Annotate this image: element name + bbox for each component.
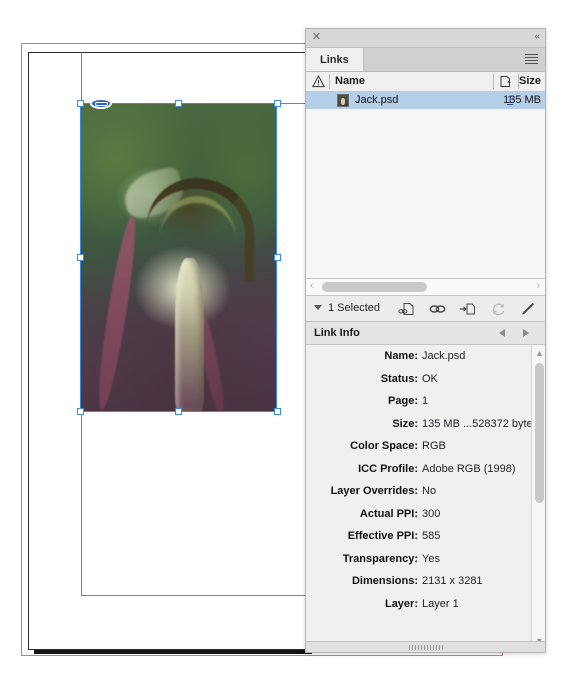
previous-link-icon[interactable] (499, 329, 505, 337)
info-value: 1 (422, 395, 429, 408)
scroll-left-icon[interactable]: ‹ (310, 281, 314, 292)
handle-top-left[interactable] (77, 100, 84, 107)
info-value: Jack.psd (422, 350, 466, 363)
link-info-title: Link Info (314, 327, 360, 339)
tab-links-label: Links (320, 53, 349, 66)
info-row: Dimensions: 2131 x 3281 (306, 570, 545, 593)
handle-middle-right[interactable] (274, 254, 281, 261)
tab-links[interactable]: Links (306, 48, 364, 71)
table-row[interactable]: Jack.psd 1 135 MB (306, 92, 545, 109)
panel-tab-strip[interactable]: Links (306, 48, 545, 72)
info-value: Layer 1 (422, 597, 459, 610)
info-value: 585 (422, 530, 441, 543)
links-column-header: Name Size (306, 72, 545, 92)
link-name[interactable]: Jack.psd (355, 94, 398, 106)
relink-icon[interactable] (398, 301, 415, 317)
column-header-name[interactable]: Name (335, 75, 365, 87)
column-header-size[interactable]: Size (519, 75, 541, 87)
edit-original-icon[interactable] (519, 301, 536, 317)
go-to-link-icon[interactable] (429, 301, 446, 317)
collapse-panel-icon[interactable]: « (534, 31, 539, 42)
handle-middle-left[interactable] (77, 254, 84, 261)
handle-bottom-left[interactable] (77, 408, 84, 415)
panel-footer (306, 641, 545, 652)
update-link-icon[interactable] (490, 301, 507, 317)
vscroll-thumb[interactable] (535, 363, 544, 503)
info-value: OK (422, 372, 438, 385)
info-row: Effective PPI: 585 (306, 525, 545, 548)
content-grabber-icon[interactable] (90, 98, 112, 109)
margin-guide-bottom (81, 595, 310, 596)
info-row: Name: Jack.psd (306, 345, 545, 368)
handle-top-right[interactable] (274, 100, 281, 107)
photo-hood-highlight (159, 196, 237, 289)
scroll-right-icon[interactable]: › (536, 281, 540, 292)
info-row: Status: OK (306, 368, 545, 391)
panel-title-bar[interactable]: ✕ « (306, 29, 545, 48)
links-panel[interactable]: ✕ « Links Name Size Jack.psd 1 135 MB ‹ … (305, 28, 546, 653)
info-value: 300 (422, 507, 441, 520)
resize-gripper[interactable] (408, 645, 443, 650)
info-row: ICC Profile: Adobe RGB (1998) (306, 458, 545, 481)
links-list[interactable]: Jack.psd 1 135 MB (306, 92, 545, 279)
info-label: Actual PPI: (359, 507, 418, 520)
info-row: Layer Overrides: No (306, 480, 545, 503)
info-label: Status: (380, 372, 418, 385)
next-link-icon[interactable] (523, 329, 529, 337)
link-info-scrollbar[interactable]: ▲ ▼ (531, 345, 545, 650)
info-row: Color Space: RGB (306, 435, 545, 458)
page-icon[interactable] (499, 75, 512, 88)
info-label: Transparency: (342, 552, 418, 565)
handle-top-center[interactable] (175, 100, 182, 107)
info-label: Effective PPI: (347, 530, 418, 543)
link-info-header[interactable]: Link Info (306, 322, 545, 345)
info-label: ICC Profile: (358, 462, 418, 475)
column-divider-2 (493, 74, 494, 89)
info-value: No (422, 485, 437, 498)
links-horizontal-scrollbar[interactable]: ‹ › (306, 279, 545, 296)
info-value: 135 MB ...528372 bytes) (422, 417, 542, 430)
info-row: Page: 1 (306, 390, 545, 413)
relink-from-file-icon[interactable] (459, 301, 476, 317)
link-size: 135 MB (503, 94, 541, 106)
hscroll-thumb[interactable] (322, 282, 427, 292)
info-label: Dimensions: (351, 575, 418, 588)
info-value: RGB (422, 440, 446, 453)
handle-bottom-center[interactable] (175, 408, 182, 415)
info-label: Size: (392, 417, 418, 430)
panel-menu-icon[interactable] (525, 54, 538, 65)
page-shadow-bottom (34, 650, 312, 654)
scroll-up-icon[interactable]: ▲ (535, 349, 544, 358)
column-divider-1 (329, 74, 330, 89)
info-label: Layer: (384, 597, 418, 610)
chevron-down-icon[interactable] (314, 305, 322, 310)
info-value: 2131 x 3281 (422, 575, 483, 588)
warning-triangle-icon[interactable] (312, 75, 325, 88)
handle-bottom-right[interactable] (274, 408, 281, 415)
info-row: Actual PPI: 300 (306, 503, 545, 526)
info-row: Size: 135 MB ...528372 bytes) (306, 413, 545, 436)
links-toolbar[interactable]: 1 Selected (306, 296, 545, 322)
info-row: Transparency: Yes (306, 548, 545, 571)
placed-image-frame[interactable] (80, 103, 277, 412)
app-root: ✕ « Links Name Size Jack.psd 1 135 MB ‹ … (0, 0, 577, 699)
close-icon[interactable]: ✕ (311, 32, 322, 43)
info-value: Yes (422, 552, 440, 565)
info-label: Layer Overrides: (330, 485, 418, 498)
info-label: Color Space: (350, 440, 418, 453)
info-label: Name: (384, 350, 418, 363)
info-value: Adobe RGB (1998) (422, 462, 516, 475)
info-label: Page: (388, 395, 418, 408)
info-row: Layer: Layer 1 (306, 593, 545, 616)
selection-count-label: 1 Selected (328, 302, 380, 314)
link-info-body: Name: Jack.psd Status: OK Page: 1 Size: … (306, 345, 545, 650)
link-thumbnail (337, 94, 349, 107)
